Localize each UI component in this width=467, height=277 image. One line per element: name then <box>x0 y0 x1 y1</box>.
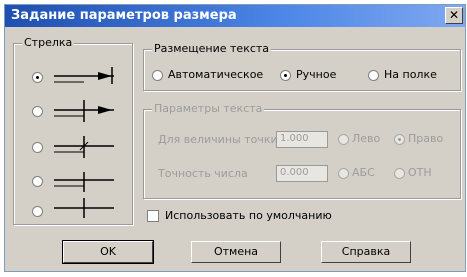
scale-right-label[interactable]: Право <box>408 132 443 145</box>
help-button[interactable]: Справка <box>321 241 411 263</box>
text-placement-group: Размещение текста Автоматическое Ручное … <box>143 42 461 91</box>
placement-auto-radio[interactable] <box>152 70 163 81</box>
placement-auto-label[interactable]: Автоматическое <box>168 68 263 81</box>
precision-input[interactable]: 0.000 <box>276 165 328 182</box>
close-icon: ✕ <box>448 8 460 22</box>
arrow-tick-short-icon <box>54 172 114 192</box>
placement-manual-label[interactable]: Ручное <box>296 68 336 81</box>
precision-abs-label[interactable]: АБС <box>352 166 375 179</box>
arrow-closed-filled-icon <box>54 67 114 84</box>
arrow-open-filled-icon <box>54 100 114 122</box>
use-default-label[interactable]: Использовать по умолчанию <box>165 209 332 222</box>
arrow-radio-3[interactable] <box>32 142 43 153</box>
dimension-params-dialog: Задание параметров размера ✕ Стрелка Раз… <box>4 4 466 272</box>
close-button[interactable]: ✕ <box>445 7 463 24</box>
window-title: Задание параметров размера <box>11 8 237 23</box>
arrow-radio-5[interactable] <box>32 206 43 217</box>
text-params-group: Параметры текста Для величины точки 1.00… <box>143 102 461 199</box>
precision-label: Точность числа <box>158 167 248 180</box>
arrow-group-legend: Стрелка <box>22 36 75 49</box>
arrow-radio-4[interactable] <box>32 176 43 187</box>
scale-label: Для величины точки <box>158 133 278 146</box>
ok-button[interactable]: OK <box>62 240 154 264</box>
placement-shelf-radio[interactable] <box>368 70 379 81</box>
arrow-radio-2[interactable] <box>32 106 43 117</box>
scale-left-radio[interactable] <box>338 134 349 145</box>
scale-input[interactable]: 1.000 <box>276 131 328 148</box>
use-default-checkbox[interactable] <box>147 210 159 222</box>
precision-rel-radio[interactable] <box>394 168 405 179</box>
text-placement-legend: Размещение текста <box>152 42 272 55</box>
cancel-button[interactable]: Отмена <box>191 241 281 263</box>
arrow-radio-1[interactable] <box>32 72 43 83</box>
arrow-style-group: Стрелка <box>13 36 133 225</box>
title-bar: Задание параметров размера ✕ <box>5 5 465 27</box>
placement-manual-radio[interactable] <box>280 70 291 81</box>
precision-abs-radio[interactable] <box>338 168 349 179</box>
scale-right-radio[interactable] <box>394 134 405 145</box>
placement-shelf-label[interactable]: На полке <box>384 68 437 81</box>
arrow-tick-through-icon <box>54 136 114 158</box>
arrow-tick-none-icon <box>54 198 114 218</box>
text-params-legend: Параметры текста <box>152 102 265 115</box>
scale-left-label[interactable]: Лево <box>352 132 380 145</box>
precision-rel-label[interactable]: ОТН <box>408 166 432 179</box>
